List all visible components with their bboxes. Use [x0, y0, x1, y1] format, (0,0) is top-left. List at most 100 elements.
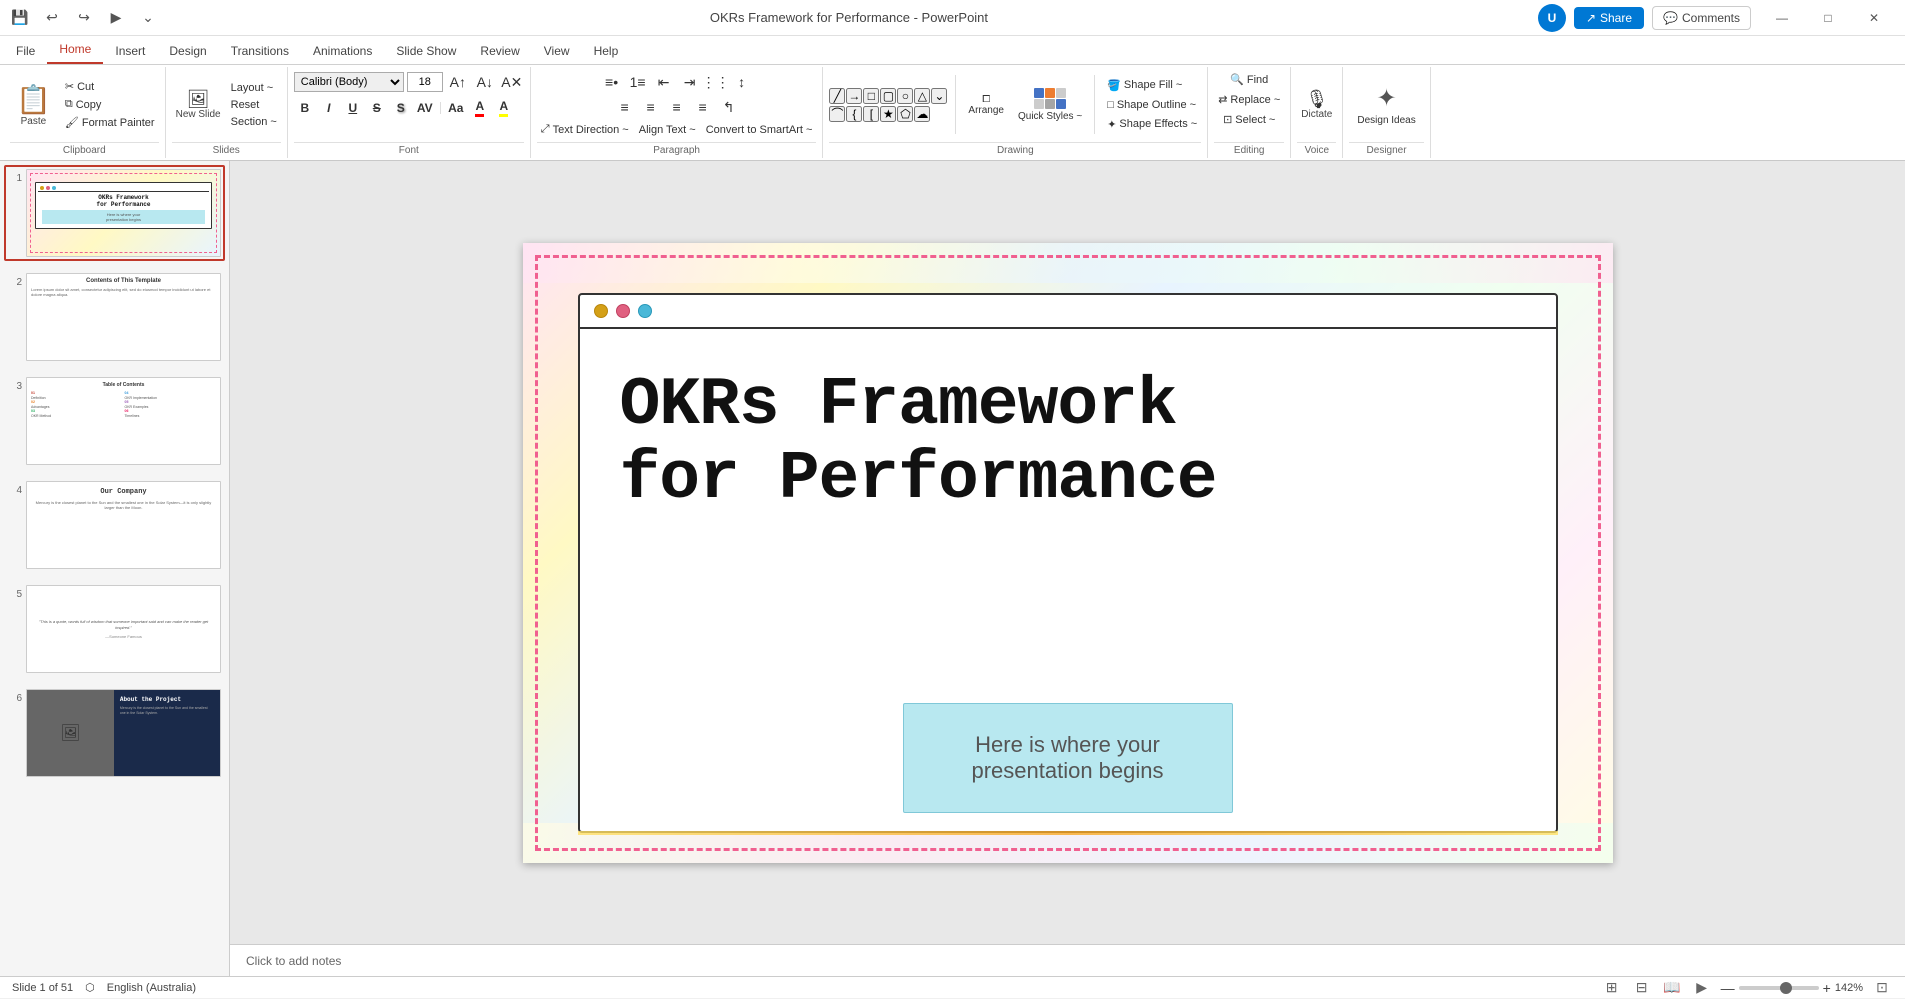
slide-sorter-button[interactable]: ⊟ — [1631, 977, 1653, 999]
new-slide-button[interactable]: 🖼 New Slide — [172, 88, 225, 122]
zoom-out-icon[interactable]: — — [1721, 980, 1735, 996]
maximize-button[interactable]: □ — [1805, 2, 1851, 34]
slide-thumb-3[interactable]: 3 Table of Contents 01Definition 02Advan… — [4, 373, 225, 469]
fit-slide-button[interactable]: ⊡ — [1871, 977, 1893, 999]
font-color-button[interactable]: A — [469, 98, 491, 118]
share-button[interactable]: ↗ Share — [1574, 7, 1644, 29]
close-button[interactable]: ✕ — [1851, 2, 1897, 34]
line-spacing-button[interactable]: ↕ — [730, 71, 754, 93]
zoom-slider[interactable] — [1739, 986, 1819, 990]
save-button[interactable]: 💾 — [8, 6, 32, 30]
paste-button[interactable]: 📋 Paste — [10, 81, 57, 129]
slide-thumb-6[interactable]: 6 🖼 About the Project Mercury is the clo… — [4, 685, 225, 781]
find-button[interactable]: 🔍 Find — [1226, 71, 1272, 88]
align-center-button[interactable]: ≡ — [639, 96, 663, 118]
decrease-indent-button[interactable]: ⇤ — [652, 71, 676, 93]
tab-help[interactable]: Help — [582, 38, 631, 64]
shape-bracket-button[interactable]: [ — [863, 106, 879, 122]
font-size-input[interactable] — [407, 72, 443, 92]
italic-button[interactable]: I — [318, 98, 340, 118]
shape-arrow-button[interactable]: → — [846, 88, 862, 104]
columns-button[interactable]: ⋮⋮ — [704, 71, 728, 93]
slide-thumb-1[interactable]: 1 OKRs Frameworkfor Performance Here is … — [4, 165, 225, 261]
arrange-button[interactable]: ⧠ Arrange — [964, 92, 1008, 118]
tab-design[interactable]: Design — [157, 38, 218, 64]
shape-star-button[interactable]: ★ — [880, 106, 896, 122]
char-spacing-button[interactable]: AV — [414, 98, 436, 118]
subtitle-box[interactable]: Here is where your presentation begins — [903, 703, 1233, 813]
shape-cloud-button[interactable]: ☁ — [914, 106, 930, 122]
increase-indent-button[interactable]: ⇥ — [678, 71, 702, 93]
normal-view-button[interactable]: ⊞ — [1601, 977, 1623, 999]
reset-button[interactable]: Reset — [227, 97, 281, 113]
ribbon-content: 📋 Paste ✂ Cut ⧉ Copy 🖌 — [0, 65, 1905, 160]
decrease-font-button[interactable]: A↓ — [473, 71, 497, 93]
rtl-button[interactable]: ↰ — [717, 96, 741, 118]
shape-circle-button[interactable]: ○ — [897, 88, 913, 104]
shape-effects-button[interactable]: ✦ Shape Effects ~ — [1103, 116, 1201, 133]
align-left-button[interactable]: ≡ — [613, 96, 637, 118]
customize-qat-button[interactable]: ⌄ — [136, 6, 160, 30]
dictate-button[interactable]: 🎙 Dictate — [1297, 88, 1336, 122]
reading-view-button[interactable]: 📖 — [1661, 977, 1683, 999]
accessibility-icon[interactable]: ⬡ — [85, 981, 95, 994]
slide-thumb-5[interactable]: 5 "This is a quote, words full of wisdom… — [4, 581, 225, 677]
layout-button[interactable]: Layout ~ — [227, 80, 281, 96]
quick-styles-button[interactable]: Quick Styles ~ — [1014, 86, 1086, 124]
tab-transitions[interactable]: Transitions — [219, 38, 301, 64]
tab-animations[interactable]: Animations — [301, 38, 384, 64]
notes-bar[interactable]: Click to add notes — [230, 944, 1905, 976]
slide-canvas[interactable]: OKRs Framework for Performance Here is w… — [523, 243, 1613, 863]
cut-button[interactable]: ✂ Cut — [61, 78, 159, 95]
text-shadow-button[interactable]: S — [390, 98, 412, 118]
tab-slideshow[interactable]: Slide Show — [384, 38, 468, 64]
shape-triangle-button[interactable]: △ — [914, 88, 930, 104]
underline-button[interactable]: U — [342, 98, 364, 118]
shape-outline-button[interactable]: □ Shape Outline ~ — [1103, 97, 1201, 113]
shape-brace-button[interactable]: { — [846, 106, 862, 122]
shape-line-button[interactable]: ╱ — [829, 88, 845, 104]
design-ideas-button[interactable]: ✦ Design Ideas — [1349, 80, 1423, 130]
align-text-button[interactable]: Align Text ~ — [635, 122, 700, 138]
tab-view[interactable]: View — [532, 38, 582, 64]
tab-review[interactable]: Review — [468, 38, 531, 64]
bold-button[interactable]: B — [294, 98, 316, 118]
shape-rect-button[interactable]: □ — [863, 88, 879, 104]
section-button[interactable]: Section ~ — [227, 114, 281, 130]
copy-button[interactable]: ⧉ Copy — [61, 96, 159, 113]
align-right-button[interactable]: ≡ — [665, 96, 689, 118]
undo-button[interactable]: ↩ — [40, 6, 64, 30]
convert-smartart-button[interactable]: Convert to SmartArt ~ — [702, 122, 817, 138]
replace-button[interactable]: ⇄ Replace ~ — [1214, 91, 1284, 108]
comments-button[interactable]: 💬 Comments — [1652, 6, 1751, 30]
minimize-button[interactable]: — — [1759, 2, 1805, 34]
shape-more-button[interactable]: ⌄ — [931, 88, 947, 104]
redo-button[interactable]: ↪ — [72, 6, 96, 30]
clear-formatting-button[interactable]: A✕ — [500, 71, 524, 93]
increase-font-button[interactable]: A↑ — [446, 71, 470, 93]
format-painter-button[interactable]: 🖌 Format Painter — [61, 114, 159, 131]
slide-thumb-2[interactable]: 2 Contents of This Template Lorem ipsum … — [4, 269, 225, 365]
tab-file[interactable]: File — [4, 38, 47, 64]
tab-insert[interactable]: Insert — [103, 38, 157, 64]
numbering-button[interactable]: 1≡ — [626, 71, 650, 93]
select-button[interactable]: ⊡ Select ~ — [1219, 111, 1279, 128]
slideshow-button[interactable]: ▶ — [1691, 977, 1713, 999]
shape-fill-button[interactable]: 🪣 Shape Fill ~ — [1103, 77, 1201, 94]
justify-button[interactable]: ≡ — [691, 96, 715, 118]
strikethrough-button[interactable]: S — [366, 98, 388, 118]
shape-rounded-rect-button[interactable]: ▢ — [880, 88, 896, 104]
change-case-button[interactable]: Aa — [445, 98, 467, 118]
slide-main-title[interactable]: OKRs Framework for Performance — [620, 369, 1516, 519]
present-button[interactable]: ▶ — [104, 6, 128, 30]
bullets-button[interactable]: ≡• — [600, 71, 624, 93]
slide-thumb-4[interactable]: 4 Our Company Mercury is the closest pla… — [4, 477, 225, 573]
user-avatar[interactable]: U — [1538, 4, 1566, 32]
highlight-button[interactable]: A — [493, 98, 515, 118]
shape-curve-button[interactable]: ⌒ — [829, 106, 845, 122]
font-family-select[interactable]: Calibri (Body) — [294, 72, 404, 92]
tab-home[interactable]: Home — [47, 36, 103, 64]
shape-pentagon-button[interactable]: ⬠ — [897, 106, 913, 122]
zoom-in-icon[interactable]: + — [1823, 980, 1831, 996]
text-direction-button[interactable]: ⤢ Text Direction ~ — [537, 121, 633, 138]
